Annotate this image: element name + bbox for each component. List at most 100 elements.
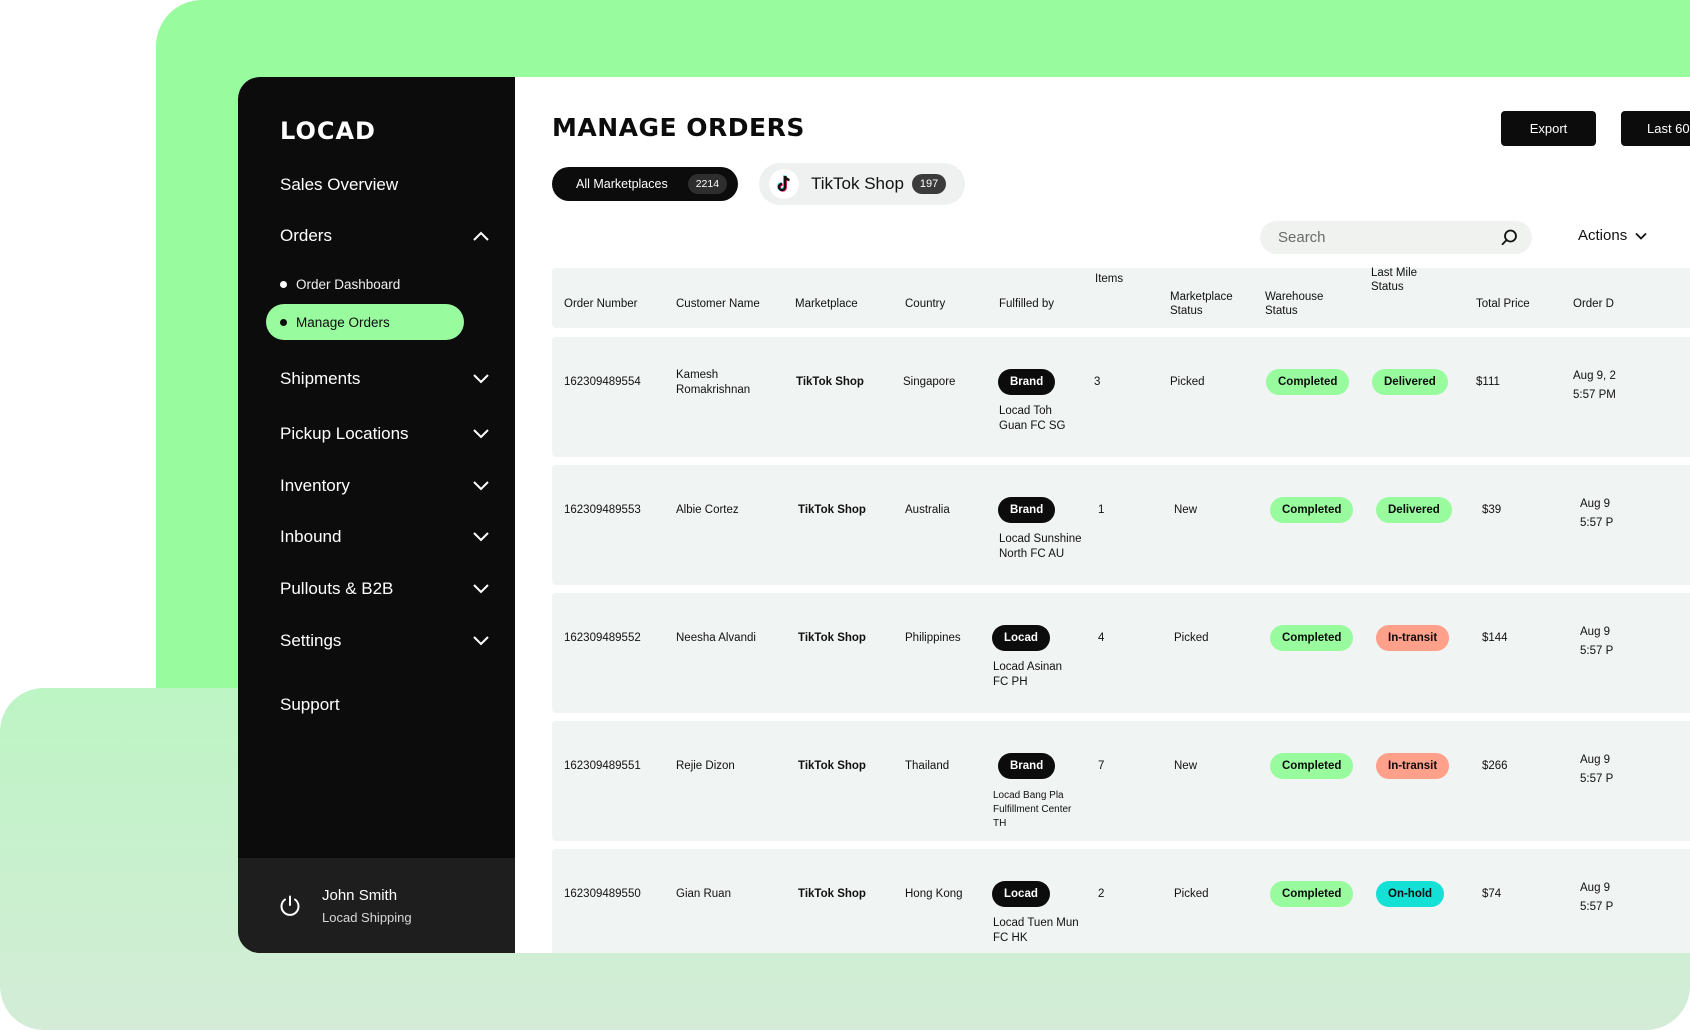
marketplace-status: Picked [1174,888,1209,900]
actions-dropdown[interactable]: Actions [1578,227,1647,244]
column-header-marketplace[interactable]: Marketplace [795,297,858,311]
fulfillment-center-line: Locad Bang Pla [993,790,1064,801]
fulfillment-center: Locad Tuen Mun FC HK [993,916,1079,946]
sidebar-item-label: Inventory [280,476,350,495]
search-bar [1260,221,1532,254]
sidebar-subitem-order-dashboard[interactable]: Order Dashboard [266,266,464,302]
order-date-line: Aug 9 [1580,754,1611,766]
fulfillment-center-line: TH [993,818,1007,829]
order-number: 162309489553 [564,504,641,516]
order-number: 162309489550 [564,888,641,900]
order-number: 162309489554 [564,376,641,388]
chevron-down-icon [473,374,489,384]
search-input[interactable] [1278,229,1478,246]
order-date: Aug 9 5:57 P [1580,879,1613,917]
table-row[interactable]: 162309489552 Neesha Alvandi TikTok Shop … [552,593,1690,713]
order-date-line: Aug 9 [1580,626,1611,638]
chevron-down-icon [473,429,489,439]
column-header-warehouse-status[interactable]: Warehouse Status [1265,290,1323,318]
customer-name: Rejie Dizon [676,760,735,772]
order-date-line: 5:57 P [1580,645,1614,657]
fulfillment-center-line: North FC AU [999,548,1065,560]
column-header-items[interactable]: Items [1095,272,1123,286]
column-header-total-price[interactable]: Total Price [1476,297,1530,311]
order-date-line: Aug 9 [1580,498,1611,510]
last-mile-status-badge: Delivered [1372,369,1448,395]
sidebar-item-inbound[interactable]: Inbound [280,523,489,551]
app-window: LOCAD Sales Overview Orders Order Dashbo… [238,77,1690,953]
order-number: 162309489551 [564,760,641,772]
total-price: $144 [1482,632,1508,644]
sidebar-item-label: Inbound [280,527,342,546]
date-range-button[interactable]: Last 60 [1621,111,1690,146]
column-header-marketplace-status[interactable]: Marketplace Status [1170,290,1233,318]
sidebar-item-pullouts-b2b[interactable]: Pullouts & B2B [280,575,489,603]
marketplace-tab-all[interactable]: All Marketplaces 2214 [552,167,738,201]
marketplace-count-badge: 197 [911,174,947,194]
table-header: Order Number Customer Name Marketplace C… [552,266,1690,328]
table-row[interactable]: 162309489550 Gian Ruan TikTok Shop Hong … [552,849,1690,953]
order-date: Aug 9, 2 5:57 PM [1573,367,1616,405]
column-header-order-number[interactable]: Order Number [564,297,638,311]
customer-name-line: Kamesh [676,369,719,381]
fulfilled-by-badge: Locad [992,881,1050,907]
table-row[interactable]: 162309489554 Kamesh Romakrishnan TikTok … [552,337,1690,457]
power-icon[interactable] [278,894,302,918]
export-button[interactable]: Export [1501,111,1596,146]
total-price: $111 [1476,376,1500,388]
sidebar-item-pickup-locations[interactable]: Pickup Locations [280,420,489,448]
fulfillment-center-line: Locad Sunshine [999,533,1082,545]
column-header-customer-name[interactable]: Customer Name [676,297,760,311]
chevron-down-icon [473,636,489,646]
table-row[interactable]: 162309489553 Albie Cortez TikTok Shop Au… [552,465,1690,585]
order-date-line: 5:57 P [1580,517,1614,529]
marketplace-status: Picked [1174,632,1209,644]
column-header-order-date[interactable]: Order D [1573,297,1614,311]
column-header-fulfilled-by[interactable]: Fulfilled by [999,297,1054,311]
header-line: Marketplace [1170,291,1233,303]
country: Hong Kong [905,888,963,900]
bullet-icon [280,318,287,326]
order-number: 162309489552 [564,632,641,644]
sidebar-item-label: Orders [280,226,332,245]
country: Australia [905,504,950,516]
marketplace-name: TikTok Shop [798,504,866,516]
sidebar-item-label: Shipments [280,369,361,388]
last-mile-status-badge: On-hold [1376,881,1445,907]
fulfilled-by-badge: Locad [992,625,1050,651]
sidebar-subitem-manage-orders[interactable]: Manage Orders [266,304,464,340]
fulfillment-center: Locad Toh Guan FC SG [999,404,1065,434]
sidebar-item-shipments[interactable]: Shipments [280,365,489,393]
user-name: John Smith [322,886,398,904]
user-company: Locad Shipping [322,909,412,925]
fulfilled-by-badge: Brand [998,497,1056,523]
marketplace-tab-tiktok[interactable]: TikTok Shop 197 [759,163,965,205]
main-content: MANAGE ORDERS Export Last 60 All Marketp… [515,77,1690,953]
chevron-down-icon [473,532,489,542]
sidebar-item-orders[interactable]: Orders [280,222,489,250]
sidebar-item-inventory[interactable]: Inventory [280,472,489,500]
fulfillment-center-line: FC HK [993,932,1028,944]
warehouse-status-badge: Completed [1266,369,1350,395]
header-line: Status [1265,305,1298,317]
search-icon[interactable] [1501,229,1518,246]
warehouse-status-badge: Completed [1270,753,1354,779]
order-date: Aug 9 5:57 P [1580,495,1613,533]
brand-logo: LOCAD [280,117,376,145]
column-header-last-mile-status[interactable]: Last Mile Status [1371,266,1417,294]
warehouse-status-badge: Completed [1270,881,1354,907]
sidebar-item-settings[interactable]: Settings [280,627,489,655]
sidebar-subitem-label: Manage Orders [296,314,390,330]
customer-name: Kamesh Romakrishnan [676,368,750,398]
order-date-line: Aug 9 [1580,882,1611,894]
sidebar-item-support[interactable]: Support [280,691,489,719]
column-header-country[interactable]: Country [905,297,945,311]
fulfillment-center-line: Locad Asinan [993,661,1063,673]
sidebar-item-sales-overview[interactable]: Sales Overview [280,171,489,199]
chevron-down-icon [473,481,489,491]
table-row[interactable]: 162309489551 Rejie Dizon TikTok Shop Tha… [552,721,1690,841]
sidebar-subitem-label: Order Dashboard [296,276,401,292]
header-line: Status [1371,281,1404,293]
chevron-down-icon [1635,232,1647,240]
bullet-icon [280,280,287,288]
